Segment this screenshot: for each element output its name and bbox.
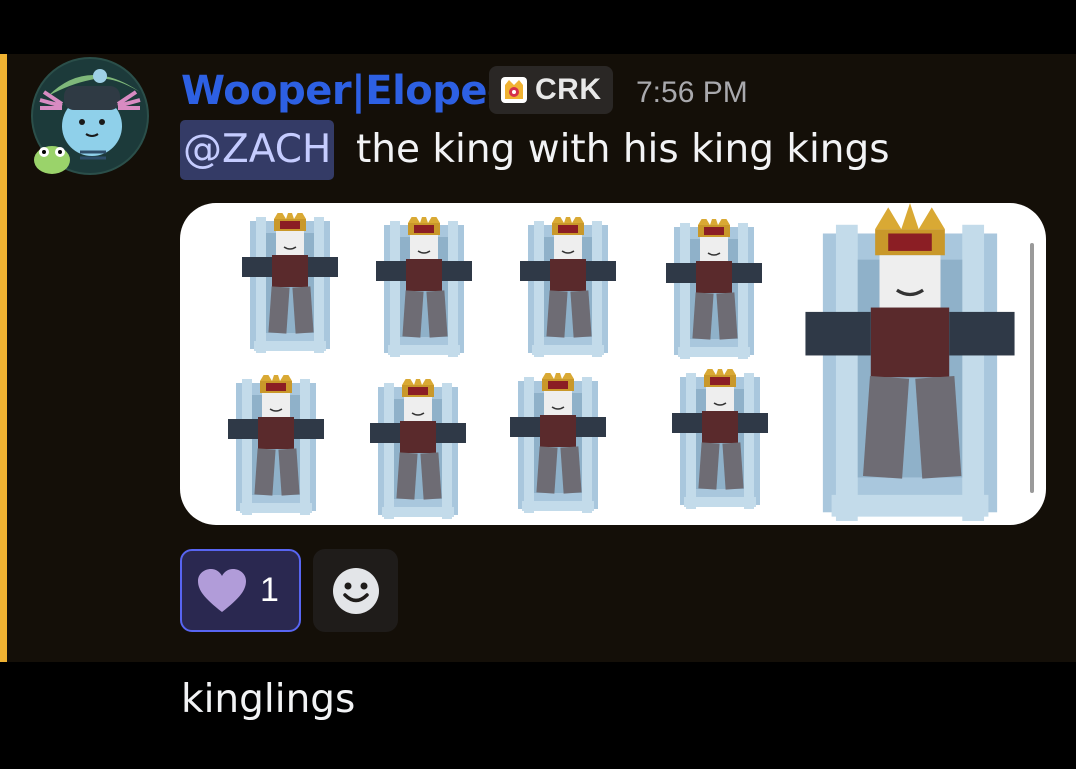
message-timestamp[interactable]: 7:56 PM bbox=[636, 76, 748, 110]
add-reaction-button[interactable] bbox=[313, 549, 398, 632]
next-message-text: kinglings bbox=[181, 677, 356, 722]
reaction-count: 1 bbox=[260, 571, 279, 609]
king-throne-image bbox=[227, 375, 325, 515]
image-attachment[interactable] bbox=[180, 203, 1046, 525]
king-throne-image bbox=[241, 213, 339, 353]
user-mention[interactable]: @ZACH bbox=[180, 120, 335, 180]
mention-highlight-bar bbox=[0, 54, 7, 662]
heart-reaction-button[interactable]: 1 bbox=[180, 549, 301, 632]
wooper-avatar-icon[interactable] bbox=[30, 56, 150, 176]
clan-tag-label: CRK bbox=[535, 73, 602, 106]
big-king-throne-image bbox=[803, 203, 1017, 521]
clan-tag[interactable]: CRK bbox=[489, 66, 613, 114]
message-text: the king with his king kings bbox=[356, 127, 890, 172]
clan-badge-icon bbox=[501, 77, 527, 103]
king-throne-image bbox=[369, 379, 467, 519]
purple-heart-icon bbox=[198, 568, 246, 612]
author-username[interactable]: Wooper|Eloped bbox=[181, 66, 516, 116]
king-throne-image bbox=[519, 217, 617, 357]
king-throne-image bbox=[665, 219, 763, 359]
king-throne-image bbox=[375, 217, 473, 357]
smiley-add-reaction-icon bbox=[332, 567, 379, 614]
king-throne-image bbox=[509, 373, 607, 513]
king-throne-image bbox=[671, 369, 769, 509]
attachment-scrollbar[interactable] bbox=[1030, 243, 1034, 493]
